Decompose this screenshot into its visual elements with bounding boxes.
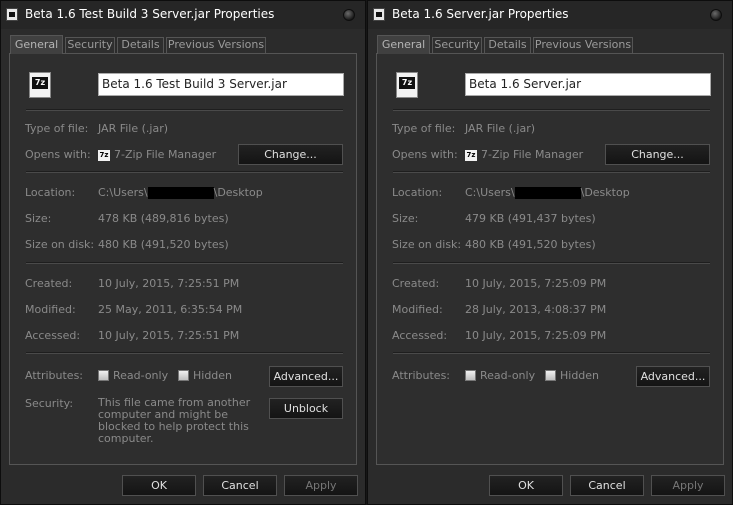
tab-general[interactable]: General [377, 35, 430, 54]
created-label: Created: [25, 277, 73, 290]
opens-with-value: 7z 7-Zip File Manager [465, 148, 583, 161]
window-title: Beta 1.6 Test Build 3 Server.jar Propert… [25, 7, 275, 21]
zip-file-icon: 7z [29, 72, 51, 98]
size-value: 479 KB (491,437 bytes) [465, 212, 596, 225]
hidden-checkbox[interactable] [178, 370, 189, 381]
advanced-button[interactable]: Advanced... [636, 366, 710, 387]
readonly-label: Read-only [113, 369, 169, 382]
cancel-button[interactable]: Cancel [570, 475, 644, 496]
location-label: Location: [392, 186, 443, 199]
location-value: C:\Users\ \Desktop [465, 186, 630, 199]
opens-with-value: 7z 7-Zip File Manager [98, 148, 216, 161]
separator [26, 109, 343, 111]
file-icon-label: 7z [32, 77, 48, 89]
cancel-button[interactable]: Cancel [203, 475, 277, 496]
size-on-disk-label: Size on disk: [392, 238, 462, 251]
tab-security[interactable]: Security [65, 37, 115, 53]
accessed-value: 10 July, 2015, 7:25:51 PM [98, 329, 240, 342]
size-value: 478 KB (489,816 bytes) [98, 212, 229, 225]
hidden-label: Hidden [193, 369, 233, 382]
window-title: Beta 1.6 Server.jar Properties [392, 7, 569, 21]
size-on-disk-value: 480 KB (491,520 bytes) [465, 238, 596, 251]
redacted-username [514, 187, 581, 199]
size-on-disk-label: Size on disk: [25, 238, 95, 251]
size-label: Size: [392, 212, 419, 225]
tab-previous-versions[interactable]: Previous Versions [533, 37, 633, 53]
created-label: Created: [392, 277, 440, 290]
opens-with-app: 7-Zip File Manager [114, 148, 217, 161]
change-button[interactable]: Change... [238, 144, 343, 165]
accessed-label: Accessed: [392, 329, 448, 342]
apply-button[interactable]: Apply [651, 475, 725, 496]
separator [26, 262, 343, 264]
separator [393, 352, 710, 354]
type-value: JAR File (.jar) [465, 122, 536, 135]
separator [26, 171, 343, 173]
hidden-checkbox[interactable] [545, 370, 556, 381]
close-icon[interactable] [710, 9, 722, 21]
change-button[interactable]: Change... [605, 144, 710, 165]
opens-with-app: 7-Zip File Manager [481, 148, 584, 161]
properties-window-left: Beta 1.6 Test Build 3 Server.jar Propert… [0, 0, 366, 505]
separator [393, 171, 710, 173]
location-suffix: \Desktop [213, 186, 263, 199]
readonly-checkbox[interactable] [465, 370, 476, 381]
close-icon[interactable] [343, 9, 355, 21]
separator [393, 109, 710, 111]
attributes-label: Attributes: [392, 369, 451, 382]
hidden-label: Hidden [560, 369, 600, 382]
tab-security[interactable]: Security [432, 37, 482, 53]
tab-previous-versions[interactable]: Previous Versions [166, 37, 266, 53]
modified-label: Modified: [25, 303, 76, 316]
ok-button[interactable]: OK [122, 475, 196, 496]
jar-file-icon [373, 8, 385, 21]
tab-details[interactable]: Details [117, 37, 164, 53]
filename-field[interactable]: Beta 1.6 Server.jar [465, 73, 711, 96]
accessed-label: Accessed: [25, 329, 81, 342]
type-label: Type of file: [25, 122, 89, 135]
redacted-username [147, 187, 214, 199]
tab-details[interactable]: Details [484, 37, 531, 53]
size-label: Size: [25, 212, 52, 225]
jar-file-icon [6, 8, 18, 21]
opens-with-label: Opens with: [392, 148, 458, 161]
file-icon-label: 7z [399, 77, 415, 89]
opens-with-label: Opens with: [25, 148, 91, 161]
sevenzip-icon: 7z [465, 149, 477, 161]
ok-button[interactable]: OK [489, 475, 563, 496]
sevenzip-icon: 7z [98, 149, 110, 161]
created-value: 10 July, 2015, 7:25:09 PM [465, 277, 607, 290]
general-panel: 7z Beta 1.6 Server.jar Type of file: JAR… [376, 53, 724, 465]
security-warning-text: This file came from another computer and… [98, 396, 251, 445]
location-value: C:\Users\ \Desktop [98, 186, 263, 199]
type-value: JAR File (.jar) [98, 122, 169, 135]
readonly-checkbox[interactable] [98, 370, 109, 381]
location-prefix: C:\Users\ [465, 186, 515, 199]
location-prefix: C:\Users\ [98, 186, 148, 199]
separator [393, 262, 710, 264]
zip-file-icon: 7z [396, 72, 418, 98]
security-label: Security: [25, 397, 74, 410]
attributes-label: Attributes: [25, 369, 84, 382]
filename-field[interactable]: Beta 1.6 Test Build 3 Server.jar [98, 73, 344, 96]
modified-label: Modified: [392, 303, 443, 316]
advanced-button[interactable]: Advanced... [269, 366, 343, 387]
location-suffix: \Desktop [580, 186, 630, 199]
accessed-value: 10 July, 2015, 7:25:09 PM [465, 329, 607, 342]
type-label: Type of file: [392, 122, 456, 135]
created-value: 10 July, 2015, 7:25:51 PM [98, 277, 240, 290]
tab-general[interactable]: General [10, 35, 63, 54]
location-label: Location: [25, 186, 76, 199]
title-bar[interactable]: Beta 1.6 Test Build 3 Server.jar Propert… [1, 1, 365, 29]
title-bar[interactable]: Beta 1.6 Server.jar Properties [368, 1, 732, 29]
modified-value: 28 July, 2013, 4:08:37 PM [465, 303, 607, 316]
modified-value: 25 May, 2011, 6:35:54 PM [98, 303, 243, 316]
unblock-button[interactable]: Unblock [269, 398, 343, 419]
separator [26, 352, 343, 354]
size-on-disk-value: 480 KB (491,520 bytes) [98, 238, 229, 251]
readonly-label: Read-only [480, 369, 536, 382]
apply-button[interactable]: Apply [284, 475, 358, 496]
general-panel: 7z Beta 1.6 Test Build 3 Server.jar Type… [9, 53, 357, 465]
properties-window-right: Beta 1.6 Server.jar Properties General S… [367, 0, 733, 505]
